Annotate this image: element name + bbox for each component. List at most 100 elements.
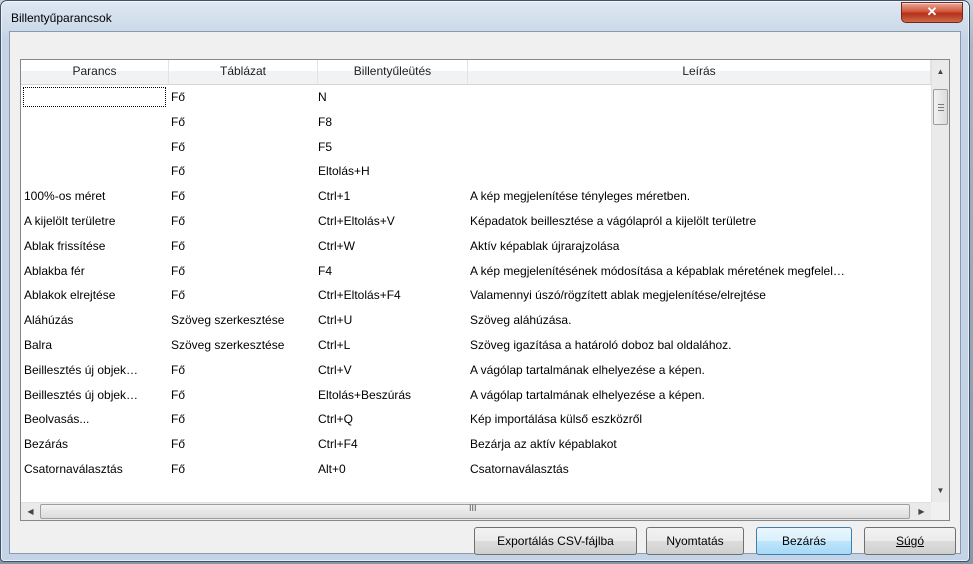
print-label: Nyomtatás [666,534,724,548]
table-row[interactable]: Ablakok elrejtése Fő Ctrl+Eltolás+F4 Valame… [21,283,931,308]
table-row[interactable]: Beolvasás... Fő Ctrl+Q Kép importálása küls… [21,407,931,432]
cell-keystroke: Eltolás+H [318,164,370,179]
close-label: Bezárás [781,534,827,548]
window-title: Billentyűparancsok [11,11,112,25]
table-row[interactable]: Fő N [21,85,931,110]
cell-command: Balra [24,337,53,352]
close-window-button[interactable]: ✕ [901,2,963,23]
grip-icon: III [469,503,477,513]
table-row[interactable]: A kijelölt területre Fő Ctrl+Eltolás+V Képa… [21,209,931,234]
scroll-corner [931,502,949,520]
close-button[interactable]: Bezárás [756,527,852,555]
cell-command: A kijelölt területre [24,213,116,228]
scroll-right-icon[interactable]: ▶ [913,503,930,520]
cell-command: 100%-os méret [24,189,106,204]
cell-table: Fő [171,412,186,427]
export-csv-button[interactable]: Exportálás CSV-fájlba [474,527,637,555]
list-header: Parancs Táblázat Billentyűleütés Leírás [21,60,931,85]
cell-keystroke: Ctrl+Q [318,412,354,427]
table-row[interactable]: Fő F8 [21,110,931,135]
cell-table: Fő [171,213,186,228]
cell-table: Fő [171,189,186,204]
table-row[interactable]: Aláhúzás Szöveg szerkesztése Ctrl+U Szöveg … [21,308,931,333]
table-row[interactable]: Fő Eltolás+H [21,159,931,184]
cell-keystroke: F4 [318,263,333,278]
cell-keystroke: Ctrl+L [318,337,351,352]
table-row[interactable]: Beillesztés új objek… Fő Eltolás+Beszúrás A… [21,383,931,408]
cell-keystroke: Ctrl+W [318,238,355,253]
cell-description: Bezárja az aktív képablakot [470,437,617,452]
cell-table: Fő [171,362,186,377]
cell-description: Szöveg igazítása a határoló doboz bal ol… [470,337,732,352]
table-row[interactable]: Bezárás Fő Ctrl+F4 Bezárja az aktív képabla… [21,432,931,457]
scroll-left-icon[interactable]: ◀ [22,503,39,520]
cell-description: A vágólap tartalmának elhelyezése a képe… [470,362,705,377]
cell-keystroke: Ctrl+U [318,313,353,328]
cell-keystroke: Ctrl+Eltolás+F4 [318,288,401,303]
cell-keystroke: Ctrl+1 [318,189,351,204]
cell-command: Ablakba fér [24,263,85,278]
table-row[interactable]: Ablak frissítése Fő Ctrl+W Aktív képablak ú… [21,234,931,259]
cell-description: Szöveg aláhúzása. [470,313,572,328]
cell-description: Képadatok beillesztése a vágólapról a ki… [470,213,757,228]
cell-keystroke: Ctrl+Eltolás+V [318,213,395,228]
column-header-command[interactable]: Parancs [21,60,169,84]
grip-line [938,107,944,108]
table-row[interactable]: 100%-os méret Fő Ctrl+1 A kép megjelenítése… [21,184,931,209]
grip-line [938,104,944,105]
scroll-down-icon[interactable]: ▼ [932,482,949,499]
table-row[interactable]: Balra Szöveg szerkesztése Ctrl+L Szöveg iga… [21,333,931,358]
cell-keystroke: Alt+0 [318,461,346,476]
cell-description: Kép importálása külső eszközről [470,412,643,427]
vertical-scroll-thumb[interactable] [933,89,948,125]
scroll-up-icon[interactable]: ▲ [932,63,949,80]
vertical-scrollbar[interactable]: ▲ ▼ [931,60,949,502]
cell-description: A kép megjelenítése tényleges méretben. [470,189,691,204]
cell-command: Beillesztés új objek… [24,362,139,377]
cell-table: Fő [171,238,186,253]
title-bar[interactable]: Billentyűparancsok ✕ [1,1,969,35]
cell-command: Ablakok elrejtése [24,288,116,303]
close-icon: ✕ [926,4,938,19]
cell-keystroke: Eltolás+Beszúrás [318,387,412,402]
cell-table: Szöveg szerkesztése [171,313,285,328]
cell-description: A vágólap tartalmának elhelyezése a képe… [470,387,705,402]
horizontal-scroll-thumb[interactable]: III [40,503,910,519]
column-header-table[interactable]: Táblázat [169,60,318,84]
cell-table: Szöveg szerkesztése [171,337,285,352]
table-row[interactable]: Ablakba fér Fő F4 A kép megjelenítésének mó… [21,259,931,284]
horizontal-scrollbar[interactable]: ◀ III ▶ [21,502,931,520]
cell-table: Fő [171,139,186,154]
cell-table: Fő [171,387,186,402]
export-csv-label: Exportálás CSV-fájlba [497,534,614,548]
table-row[interactable]: Fő F5 [21,135,931,160]
cell-table: Fő [171,437,186,452]
help-button[interactable]: Súgó [864,527,956,555]
help-label: Súgó [895,534,925,548]
shortcuts-dialog: Billentyűparancsok ✕ Parancs Táblázat Bi… [0,0,970,562]
cell-description: Csatornaválasztás [470,461,569,476]
dialog-client-area: Parancs Táblázat Billentyűleütés Leírás … [9,31,961,555]
table-row[interactable]: Csatornaválasztás Fő Alt+0 Csatornaválasztá… [21,457,931,482]
print-button[interactable]: Nyomtatás [646,527,744,555]
column-header-description[interactable]: Leírás [468,60,931,84]
cell-keystroke: Ctrl+F4 [318,437,358,452]
cell-keystroke: Ctrl+V [318,362,352,377]
cell-keystroke: N [318,90,327,104]
cell-command: Bezárás [24,437,69,452]
cell-table: Fő [171,263,186,278]
shortcut-list[interactable]: Parancs Táblázat Billentyűleütés Leírás … [20,59,950,521]
table-row[interactable]: Beillesztés új objek… Fő Ctrl+V A vágólap t… [21,358,931,383]
grip-line [938,110,944,111]
cell-table: Fő [171,114,186,129]
cell-keystroke: F5 [318,139,333,154]
cell-description: Aktív képablak újrarajzolása [470,238,620,253]
list-body: Fő N Fő F8 Fő F5 Fő Eltolás+H 100%-os méret Fő Ctr… [21,85,931,482]
column-header-keystroke[interactable]: Billentyűleütés [318,60,468,84]
cell-command: Ablak frissítése [24,238,106,253]
cell-table: Fő [171,288,186,303]
cell-table: Fő [171,461,186,476]
cell-table: Fő [171,164,186,179]
cell-description: Valamennyi úszó/rögzített ablak megjelen… [470,288,766,303]
cell-command: Beolvasás... [24,412,90,427]
